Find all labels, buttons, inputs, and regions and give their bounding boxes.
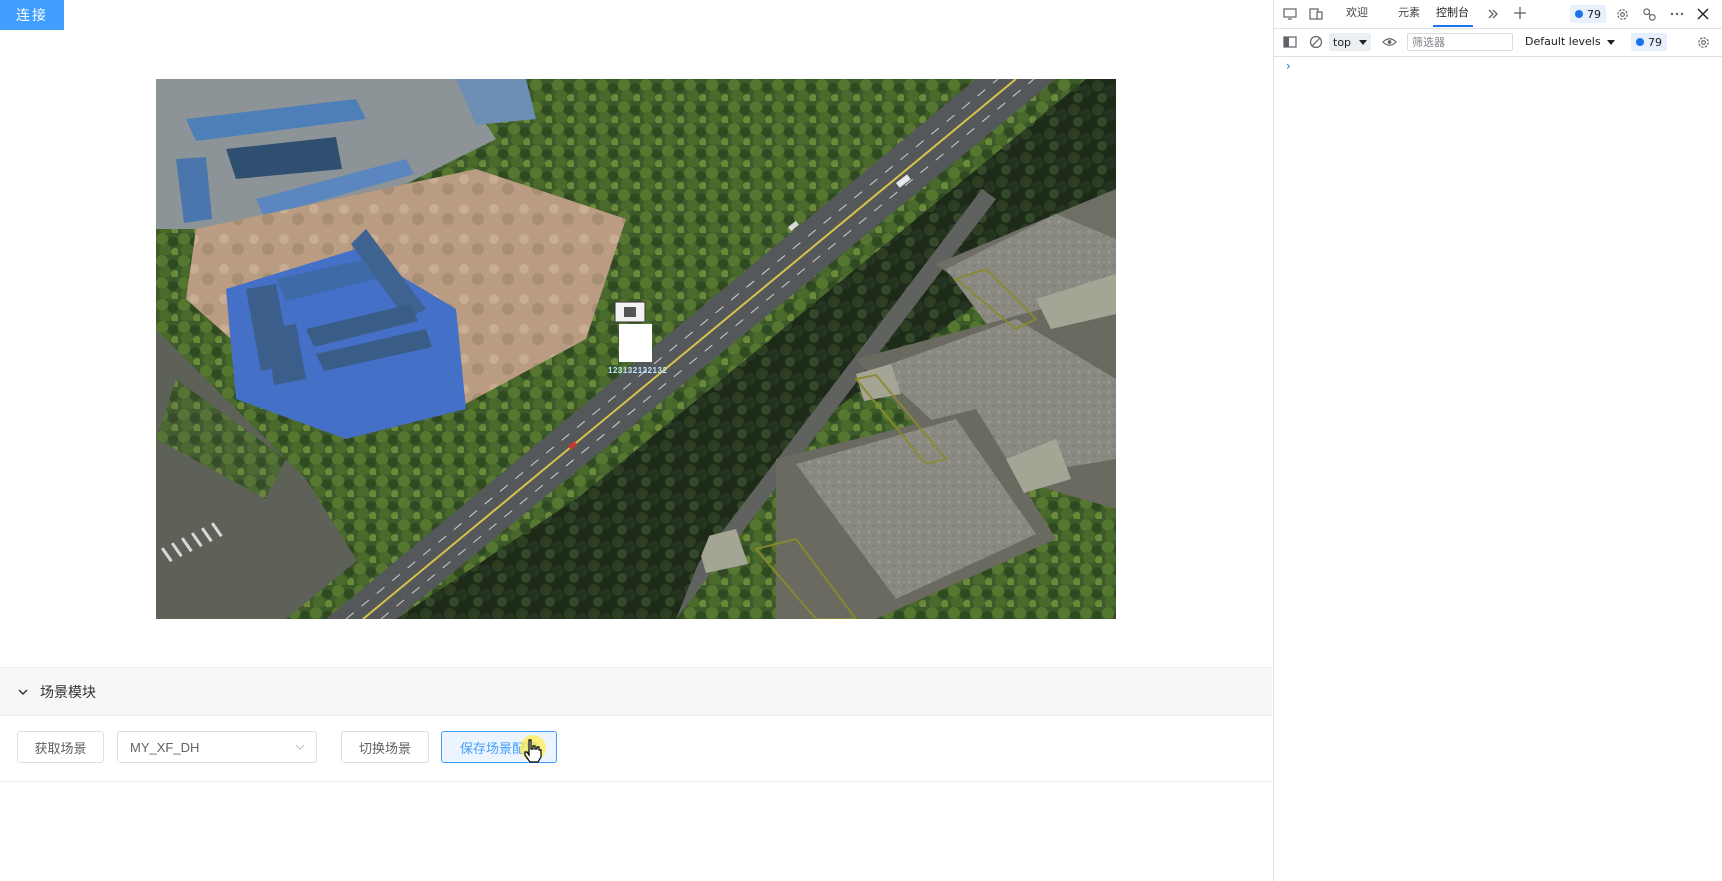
scene-module-title: 场景模块 <box>40 684 96 701</box>
tab-welcome[interactable]: 欢迎 <box>1346 4 1368 20</box>
console-toolbar: top Default levels 79 <box>1274 29 1722 57</box>
console-prompt[interactable]: › <box>1286 59 1291 73</box>
tab-elements[interactable]: 元素 <box>1398 4 1420 20</box>
clear-console-icon[interactable] <box>1307 33 1325 51</box>
issues-count: 79 <box>1587 7 1601 21</box>
caret-down-icon <box>1606 39 1615 45</box>
console-filter-input[interactable] <box>1407 33 1513 51</box>
pointer-cursor-icon <box>524 739 542 763</box>
console-issues-badge[interactable]: 79 <box>1631 33 1667 51</box>
add-tab-icon[interactable] <box>1511 4 1529 22</box>
log-levels-label: Default levels <box>1525 35 1601 48</box>
devtools-pane: 欢迎 元素 控制台 79 top 筛选器 Default levels 79 › <box>1274 0 1722 881</box>
message-icon <box>1636 38 1644 46</box>
settings-icon[interactable] <box>1613 5 1631 23</box>
caret-down-icon <box>1359 40 1367 45</box>
scene-select[interactable]: MY_XF_DH <box>117 731 317 763</box>
eye-icon[interactable] <box>1380 33 1398 51</box>
screen-cast-icon[interactable] <box>1281 5 1299 23</box>
close-icon[interactable] <box>1694 5 1712 23</box>
issues-badge[interactable]: 79 <box>1570 5 1606 23</box>
3d-scene-viewport[interactable]: 123132132132 <box>156 79 1116 619</box>
sidebar-toggle-icon[interactable] <box>1281 33 1299 51</box>
more-options-icon[interactable] <box>1668 5 1686 23</box>
devtools-tab-bar: 欢迎 元素 控制台 79 <box>1274 0 1722 29</box>
get-scene-button[interactable]: 获取场景 <box>17 731 104 763</box>
more-tabs-icon[interactable] <box>1484 5 1502 23</box>
scene-select-value: MY_XF_DH <box>130 739 200 755</box>
settings-icon[interactable] <box>1694 33 1712 51</box>
active-tab-indicator <box>1433 25 1473 27</box>
chevron-down-icon <box>18 689 28 695</box>
scene-module-header[interactable]: 场景模块 <box>0 668 1272 716</box>
context-select[interactable]: top <box>1329 33 1371 51</box>
switch-scene-button[interactable]: 切换场景 <box>341 731 429 763</box>
log-levels-dropdown[interactable]: Default levels <box>1525 35 1615 48</box>
chevron-down-icon <box>295 744 305 750</box>
tab-console[interactable]: 控制台 <box>1436 4 1469 20</box>
device-toggle-icon[interactable] <box>1307 5 1325 23</box>
scene-module-panel: 场景模块 <box>0 667 1272 782</box>
app-pane: 连接 123132132132 场景模块 获取场景 MY_XF_DH 切换场景 … <box>0 0 1274 881</box>
message-icon <box>1575 10 1583 18</box>
console-issues-count: 79 <box>1648 35 1662 49</box>
share-icon[interactable] <box>1640 5 1658 23</box>
context-value: top <box>1333 35 1352 49</box>
connect-button[interactable]: 连接 <box>0 0 64 30</box>
scene-marker-label: 123132132132 <box>608 366 668 375</box>
